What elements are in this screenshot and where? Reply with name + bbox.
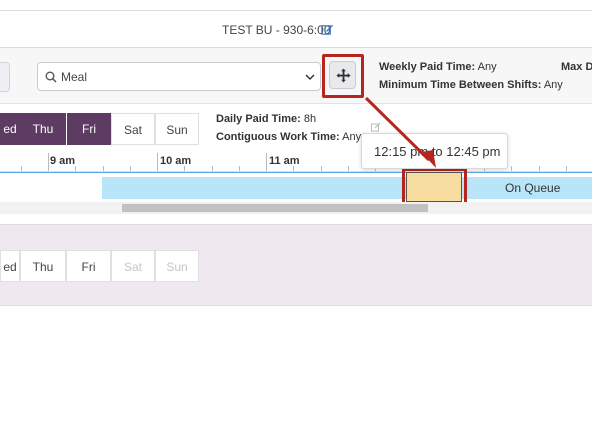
edit-icon[interactable] <box>321 23 334 36</box>
min-between-label: Minimum Time Between Shifts: <box>379 79 542 91</box>
minor-tick <box>184 166 185 171</box>
minor-tick <box>539 166 540 171</box>
day-wed-label: ed <box>3 122 17 136</box>
minor-tick <box>130 166 131 171</box>
edit-icon[interactable] <box>371 122 381 132</box>
day-fri[interactable]: Fri <box>67 113 111 145</box>
minor-tick <box>103 166 104 171</box>
on-queue-label: On Queue <box>505 181 561 195</box>
minor-tick <box>566 166 567 171</box>
lower-day-fri[interactable]: Fri <box>66 250 111 282</box>
scrollbar-thumb[interactable] <box>122 204 428 212</box>
lower-day-wed[interactable]: ed <box>0 250 20 282</box>
day-sat[interactable]: Sat <box>111 113 155 145</box>
contiguous-work-time: Contiguous Work Time: Any <box>216 131 361 143</box>
max-label: Max D <box>561 61 592 73</box>
lower-day-wed-label: ed <box>3 260 17 274</box>
minor-tick <box>348 166 349 171</box>
tooltip-text: 12:15 pm to 12:45 pm <box>374 144 501 159</box>
lower-day-thu[interactable]: Thu <box>20 250 66 282</box>
weekly-paid-label: Weekly Paid Time: <box>379 61 476 73</box>
day-wed[interactable]: ed <box>0 113 20 145</box>
minor-tick <box>511 166 512 171</box>
move-button-highlight <box>322 54 364 98</box>
lower-day-sun-label: Sun <box>166 260 188 274</box>
meal-block-highlight <box>402 168 467 205</box>
contiguous-value: Any <box>342 131 362 143</box>
weekly-paid-value: Any <box>477 61 497 73</box>
contiguous-label: Contiguous Work Time: <box>216 131 340 143</box>
min-between-shifts: Minimum Time Between Shifts: Any <box>379 79 563 91</box>
day-sun-label: Sun <box>166 123 188 137</box>
time-label-9am: 9 am <box>50 155 76 167</box>
day-thu[interactable]: Thu <box>20 113 66 145</box>
min-between-value: Any <box>543 79 563 91</box>
minor-tick <box>75 166 76 171</box>
hour-tick <box>266 153 267 171</box>
time-label-10am: 10 am <box>160 155 192 167</box>
activity-select[interactable]: Meal <box>37 62 321 91</box>
daily-paid-value: 8h <box>303 113 317 125</box>
day-thu-label: Thu <box>32 122 54 136</box>
minor-tick <box>21 166 22 171</box>
minor-tick <box>321 166 322 171</box>
daily-paid-label: Daily Paid Time: <box>216 113 301 125</box>
hour-tick <box>48 153 49 171</box>
lower-day-sun: Sun <box>155 250 199 282</box>
max-label-text: Max D <box>561 61 592 73</box>
day-sat-label: Sat <box>123 123 142 137</box>
minor-tick <box>239 166 240 171</box>
hour-tick <box>157 153 158 171</box>
time-range-tooltip: 12:15 pm to 12:45 pm <box>361 133 508 169</box>
lower-day-sat: Sat <box>111 250 155 282</box>
search-icon <box>45 71 57 83</box>
minor-tick <box>212 166 213 171</box>
toolbar-control-stub[interactable] <box>0 62 10 92</box>
row-selection-line <box>0 172 592 173</box>
header-bar: TEST BU - 930-6:00 <box>0 10 592 48</box>
daily-paid-time: Daily Paid Time: 8h <box>216 113 316 125</box>
lower-day-sat-label: Sat <box>123 260 142 274</box>
time-label-11am: 11 am <box>269 155 300 167</box>
day-fri-label: Fri <box>82 122 96 136</box>
chevron-down-icon <box>305 74 315 81</box>
lower-day-thu-label: Thu <box>32 260 54 274</box>
activity-select-value: Meal <box>61 70 88 84</box>
lower-day-fri-label: Fri <box>81 260 96 274</box>
minor-tick <box>293 166 294 171</box>
page-title: TEST BU - 930-6:00 <box>222 23 331 37</box>
day-sun[interactable]: Sun <box>155 113 199 145</box>
weekly-paid-time: Weekly Paid Time: Any <box>379 61 497 73</box>
toolbar: Meal <box>0 48 592 104</box>
